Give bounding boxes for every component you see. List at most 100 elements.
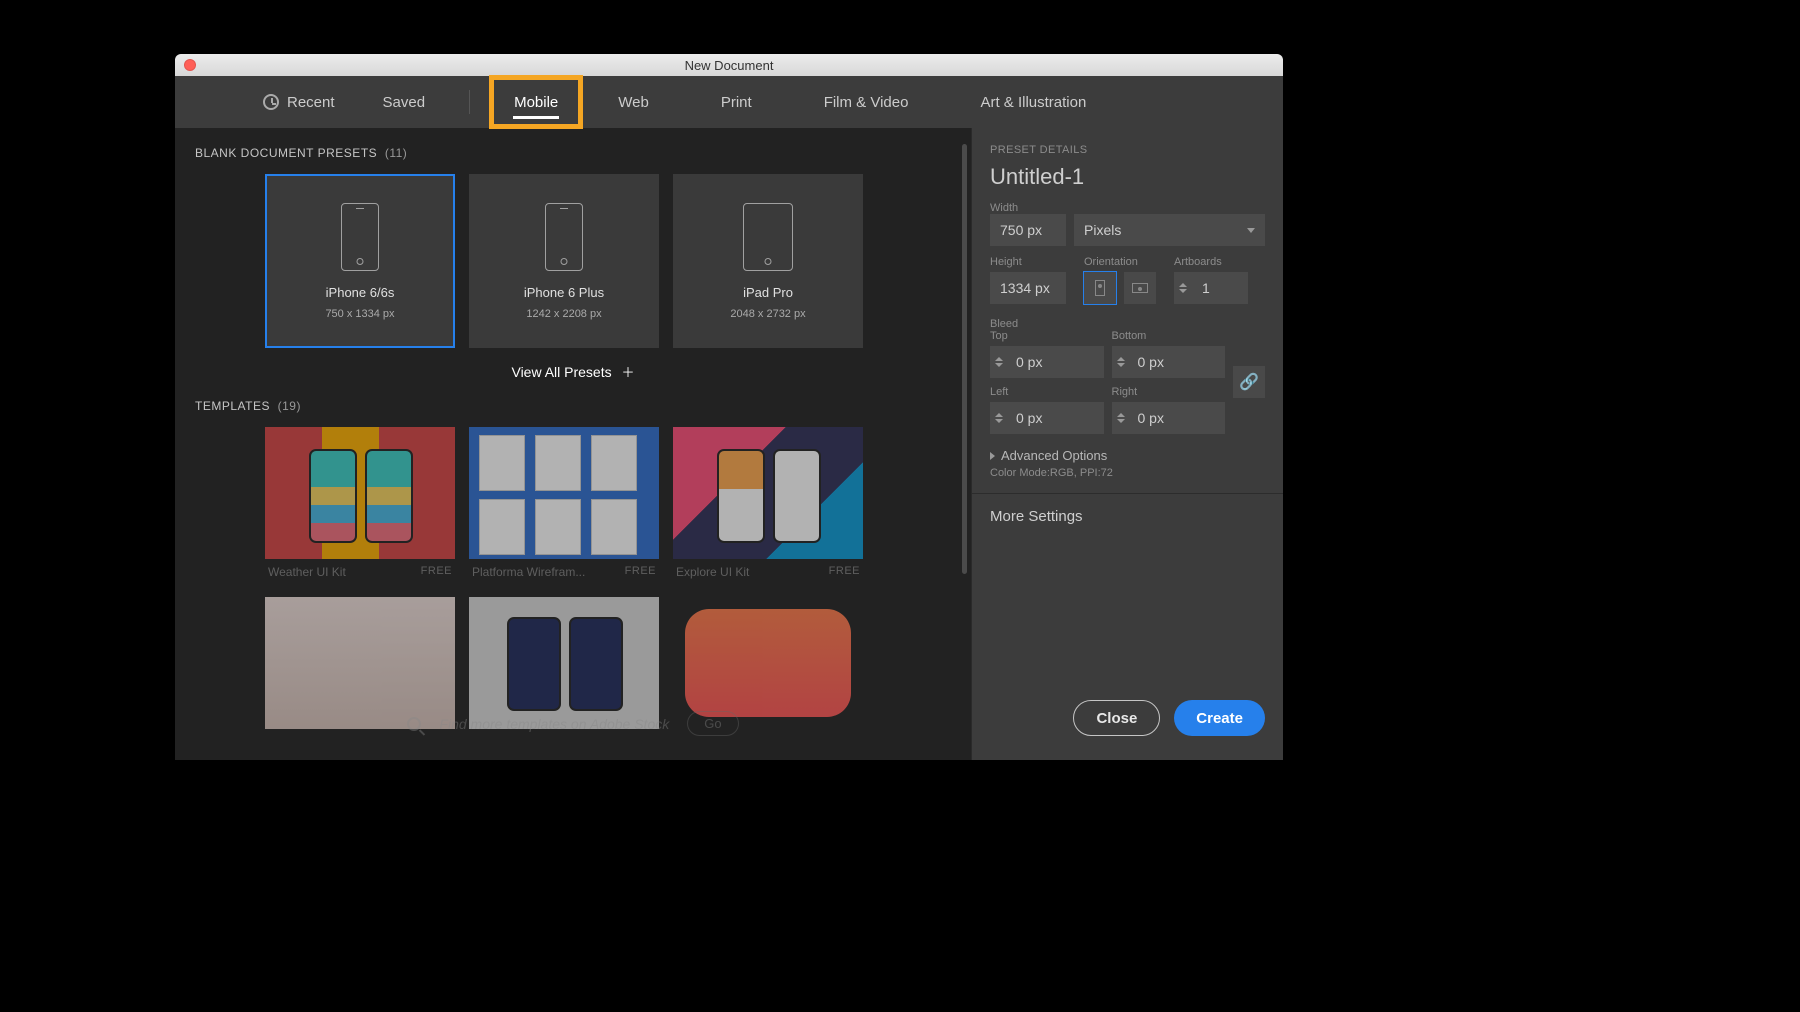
units-value: Pixels — [1084, 222, 1121, 238]
height-input[interactable]: 1334 px — [990, 272, 1066, 304]
template-price: FREE — [625, 565, 656, 579]
preset-name: iPhone 6/6s — [326, 285, 395, 300]
preset-count: (11) — [385, 146, 407, 160]
divider — [469, 90, 470, 114]
divider — [972, 493, 1283, 494]
template-thumb — [469, 427, 659, 559]
preset-iphone-6[interactable]: iPhone 6/6s 750 x 1334 px — [265, 174, 455, 348]
bleed-left-input[interactable]: 0 px — [990, 402, 1104, 434]
template-thumb — [685, 609, 851, 717]
template-name: Explore UI Kit — [676, 565, 749, 579]
color-mode-text: Color Mode:RGB, PPI:72 — [990, 467, 1265, 479]
document-name[interactable]: Untitled-1 — [990, 164, 1265, 190]
titlebar: New Document — [175, 54, 1283, 76]
template-thumb — [673, 427, 863, 559]
details-label: PRESET DETAILS — [990, 144, 1265, 156]
tab-art-illustration[interactable]: Art & Illustration — [944, 76, 1122, 128]
landscape-icon — [1132, 283, 1148, 293]
right-label: Right — [1112, 386, 1226, 398]
orientation-portrait[interactable] — [1084, 272, 1116, 304]
preset-dims: 1242 x 2208 px — [526, 308, 601, 320]
tab-saved[interactable]: Saved — [359, 76, 450, 128]
width-input[interactable]: 750 px — [990, 214, 1066, 246]
chevron-down-icon — [1247, 228, 1255, 233]
close-button[interactable]: Close — [1073, 700, 1160, 736]
search-placeholder[interactable]: Find more templates on Adobe Stock — [439, 716, 669, 732]
template-price: FREE — [421, 565, 452, 579]
more-settings-button[interactable]: More Settings — [990, 508, 1265, 525]
template-card[interactable] — [673, 597, 863, 729]
phone-icon — [545, 203, 583, 271]
tab-label: Web — [618, 94, 649, 111]
stock-search: Find more templates on Adobe Stock Go — [175, 711, 971, 736]
link-bleed-button[interactable]: 🔗 — [1233, 366, 1265, 398]
template-name: Platforma Wirefram... — [472, 565, 585, 579]
scrollbar[interactable] — [962, 144, 967, 574]
preset-dims: 750 x 1334 px — [325, 308, 394, 320]
tab-web[interactable]: Web — [582, 76, 685, 128]
tablet-icon — [743, 203, 793, 271]
chevron-right-icon — [990, 452, 995, 460]
tab-label: Print — [721, 94, 752, 111]
heading-text: TEMPLATES — [195, 399, 270, 413]
template-thumb — [265, 427, 455, 559]
artboards-input[interactable]: 1 — [1192, 272, 1248, 304]
template-platforma[interactable]: Platforma Wirefram... FREE — [469, 427, 659, 579]
stepper[interactable] — [1112, 402, 1130, 434]
link-icon: 🔗 — [1239, 372, 1259, 392]
template-card[interactable] — [469, 597, 659, 729]
tab-label: Saved — [383, 94, 426, 111]
advanced-options-toggle[interactable]: Advanced Options — [990, 448, 1265, 463]
tab-label: Recent — [287, 94, 335, 111]
value: 0 px — [1008, 354, 1050, 370]
tab-label: Art & Illustration — [980, 94, 1086, 111]
tab-label: Mobile — [514, 94, 558, 111]
stepper[interactable] — [990, 402, 1008, 434]
template-name: Weather UI Kit — [268, 565, 346, 579]
advanced-label: Advanced Options — [1001, 448, 1107, 463]
template-weather-ui[interactable]: Weather UI Kit FREE — [265, 427, 455, 579]
phone-icon — [341, 203, 379, 271]
view-all-presets[interactable]: View All Presets ＋ — [195, 362, 951, 381]
preset-details-panel: PRESET DETAILS Untitled-1 Width 750 px P… — [971, 128, 1283, 760]
preset-name: iPad Pro — [743, 285, 793, 300]
create-button[interactable]: Create — [1174, 700, 1265, 736]
units-select[interactable]: Pixels — [1074, 214, 1265, 246]
bleed-bottom-input[interactable]: 0 px — [1112, 346, 1226, 378]
preset-ipad-pro[interactable]: iPad Pro 2048 x 2732 px — [673, 174, 863, 348]
heading-text: BLANK DOCUMENT PRESETS — [195, 146, 377, 160]
bottom-label: Bottom — [1112, 330, 1226, 342]
artboards-stepper[interactable] — [1174, 272, 1192, 304]
bleed-right-input[interactable]: 0 px — [1112, 402, 1226, 434]
stepper[interactable] — [1112, 346, 1130, 378]
template-card[interactable] — [265, 597, 455, 729]
close-icon[interactable] — [184, 59, 196, 71]
clock-icon — [263, 94, 279, 110]
presets-heading: BLANK DOCUMENT PRESETS (11) — [195, 146, 951, 160]
width-label: Width — [990, 202, 1265, 214]
stepper[interactable] — [990, 346, 1008, 378]
bleed-label: Bleed — [990, 318, 1265, 330]
value: 0 px — [1008, 410, 1050, 426]
tab-label: Film & Video — [824, 94, 909, 111]
search-icon — [407, 717, 421, 731]
orientation-landscape[interactable] — [1124, 272, 1156, 304]
template-explore-ui[interactable]: Explore UI Kit FREE — [673, 427, 863, 579]
value: 0 px — [1130, 410, 1172, 426]
value: 0 px — [1130, 354, 1172, 370]
portrait-icon — [1095, 280, 1105, 296]
bleed-top-input[interactable]: 0 px — [990, 346, 1104, 378]
go-button[interactable]: Go — [687, 711, 738, 736]
template-price: FREE — [829, 565, 860, 579]
tab-print[interactable]: Print — [685, 76, 788, 128]
template-count: (19) — [278, 399, 301, 413]
left-label: Left — [990, 386, 1104, 398]
template-thumb — [265, 597, 455, 729]
tab-mobile[interactable]: Mobile — [490, 76, 582, 128]
templates-heading: TEMPLATES (19) — [195, 399, 951, 413]
orientation-label: Orientation — [1084, 256, 1156, 268]
preset-iphone-6-plus[interactable]: iPhone 6 Plus 1242 x 2208 px — [469, 174, 659, 348]
new-document-dialog: New Document Recent Saved Mobile Web Pri… — [175, 54, 1283, 760]
tab-recent[interactable]: Recent — [239, 76, 359, 128]
tab-film-video[interactable]: Film & Video — [788, 76, 945, 128]
